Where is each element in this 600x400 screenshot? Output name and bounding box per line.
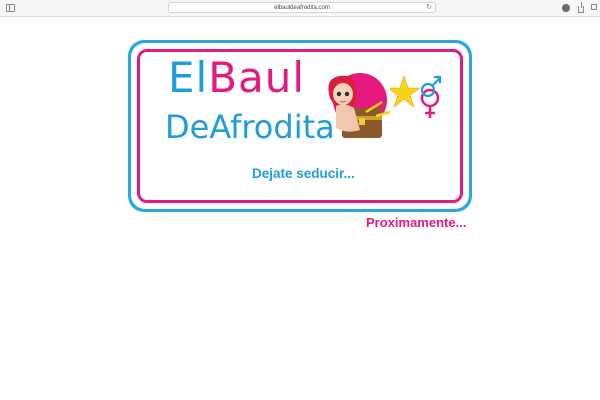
tabs-icon[interactable] xyxy=(591,4,597,10)
reload-icon[interactable]: ↻ xyxy=(426,4,432,12)
mascot-illustration xyxy=(328,73,391,138)
logo-title-line1: ElBaul xyxy=(168,56,305,100)
logo-word-baul: Baul xyxy=(208,53,306,102)
star-emblem xyxy=(390,75,442,118)
male-symbol-arrow xyxy=(431,77,441,87)
url-text[interactable]: elbauldeafrodita.com xyxy=(169,3,435,13)
mascot-eye-right xyxy=(344,91,350,97)
star-icon xyxy=(390,75,421,108)
coming-soon-text: Proximamente... xyxy=(366,215,467,230)
share-icon[interactable] xyxy=(578,2,584,13)
tagline: Dejate seducir... xyxy=(252,166,355,181)
sidebar-icon[interactable] xyxy=(6,4,15,12)
browser-toolbar: elbauldeafrodita.com ↻ xyxy=(0,0,600,17)
mascot-eye-left xyxy=(336,91,342,97)
logo-title-line2: DeAfrodita xyxy=(165,108,335,146)
address-bar[interactable]: elbauldeafrodita.com ↻ xyxy=(168,2,436,13)
chest-lock xyxy=(359,118,365,125)
logo-word-el: El xyxy=(168,53,209,102)
female-symbol-icon xyxy=(420,88,440,108)
extension-icon[interactable] xyxy=(562,4,570,12)
